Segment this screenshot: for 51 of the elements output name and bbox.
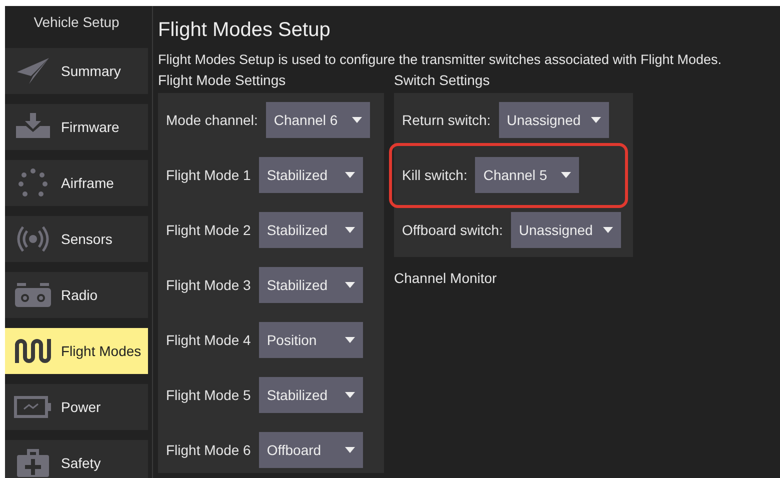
caret-icon	[344, 282, 355, 288]
field-label: Flight Mode 2	[166, 222, 251, 238]
caret-icon	[344, 392, 355, 398]
field-label: Offboard switch:	[402, 222, 503, 238]
section-heading: Switch Settings	[394, 71, 491, 90]
field-label: Mode channel:	[166, 112, 258, 128]
caret-icon	[352, 117, 362, 123]
dropdown[interactable]: Channel 5	[475, 157, 580, 193]
sidebar-item[interactable]: Summary	[5, 48, 148, 94]
field-label: Flight Mode 1	[166, 167, 251, 183]
field-label: Flight Mode 4	[166, 332, 251, 348]
dot-ring-icon	[16, 168, 50, 198]
field-label: Flight Mode 6	[166, 442, 251, 458]
dropdown[interactable]: Position	[258, 322, 363, 358]
field-label: Flight Mode 5	[166, 387, 251, 403]
signal-waves-icon	[15, 224, 51, 254]
radio-controller-icon	[14, 282, 52, 308]
sidebar-item[interactable]: Safety	[5, 440, 148, 478]
dropdown[interactable]: Stabilized	[258, 267, 363, 303]
caret-icon	[344, 447, 355, 453]
dropdown[interactable]: Stabilized	[258, 377, 363, 413]
dropdown[interactable]: Stabilized	[258, 212, 363, 248]
caret-icon	[602, 227, 613, 233]
paper-plane-icon	[15, 56, 51, 86]
dropdown[interactable]: Offboard	[258, 432, 363, 468]
dropdown[interactable]: Stabilized	[258, 157, 363, 193]
caret-icon	[590, 117, 601, 123]
sidebar-item[interactable]: Power	[5, 384, 148, 430]
caret-icon	[344, 172, 355, 178]
sidebar-item[interactable]: Sensors	[5, 216, 148, 262]
dropdown[interactable]: Channel 6	[266, 102, 370, 138]
sidebar-item[interactable]: Airframe	[5, 160, 148, 206]
caret-icon	[344, 227, 355, 233]
battery-icon	[14, 396, 52, 418]
field-label: Flight Mode 3	[166, 277, 251, 293]
sidebar-item[interactable]: Flight Modes	[5, 328, 148, 374]
page-title: Flight Modes Setup	[158, 19, 332, 43]
sidebar-item[interactable]: Radio	[5, 272, 148, 318]
caret-icon	[561, 172, 572, 178]
field-label: Kill switch:	[402, 167, 468, 183]
page-description: Flight Modes Setup is used to configure the transmitter switches associated with Flight Modes.	[158, 52, 723, 67]
field-label: Return switch:	[402, 112, 491, 128]
caret-icon	[344, 337, 355, 343]
section-heading: Channel Monitor	[394, 269, 498, 288]
dropdown[interactable]: Unassigned	[498, 102, 609, 138]
sidebar-item[interactable]: Firmware	[5, 104, 148, 150]
dropdown[interactable]: Unassigned	[510, 212, 621, 248]
wave-icon	[14, 337, 52, 365]
sidebar-title: Vehicle Setup	[32, 13, 120, 32]
medkit-icon	[16, 448, 50, 478]
section-heading: Flight Mode Settings	[158, 71, 287, 90]
